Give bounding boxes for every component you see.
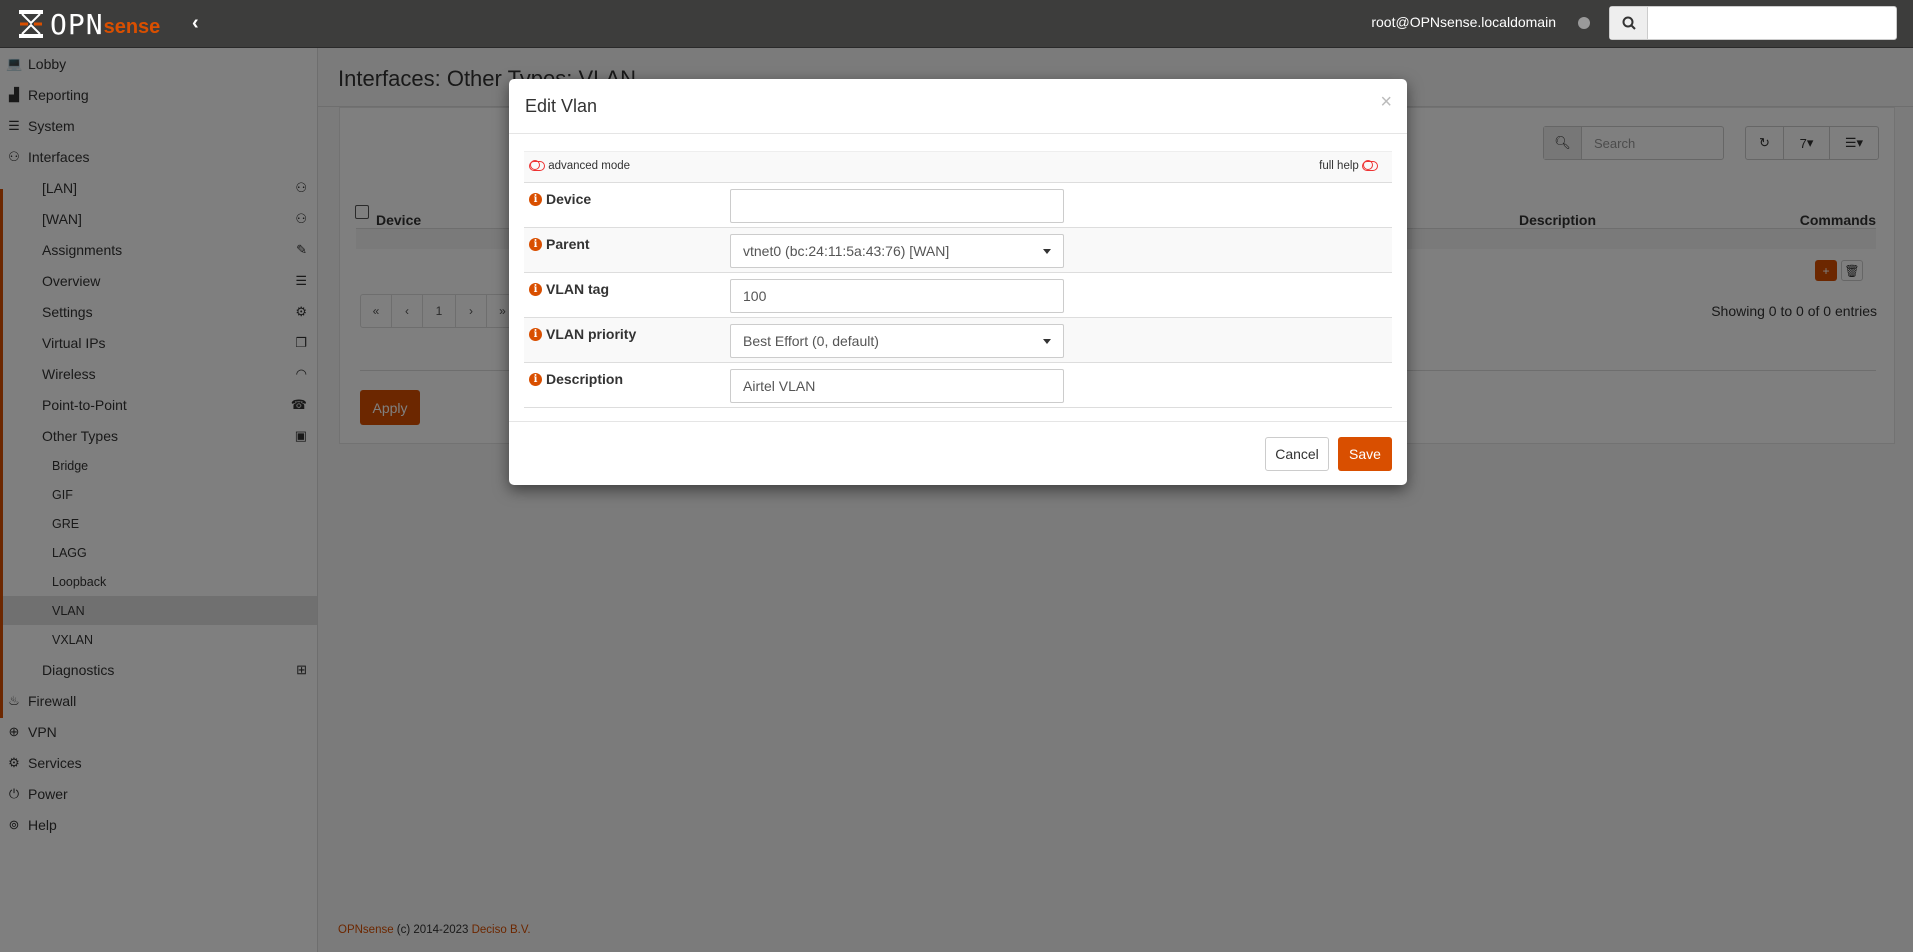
collapse-sidebar-icon[interactable]: ‹ (192, 12, 199, 35)
user-label: root@OPNsense.localdomain (1371, 14, 1556, 30)
advanced-mode-label: advanced mode (548, 160, 631, 172)
field-label-text: VLAN tag (546, 281, 609, 297)
field-label[interactable]: i Description (529, 371, 623, 387)
top-navbar: OPN sense ‹ root@OPNsense.localdomain (0, 0, 1913, 48)
vlan-form: advanced mode full help i Device i Parent vt… (524, 151, 1392, 408)
vlan-priority-select[interactable]: Best Effort (0, default) (730, 324, 1064, 358)
global-search-input[interactable] (1648, 7, 1896, 39)
info-icon[interactable]: i (529, 237, 542, 251)
logo-opn: OPN (50, 7, 104, 41)
cancel-button[interactable]: Cancel (1265, 437, 1329, 471)
form-row-device: i Device (524, 183, 1392, 228)
toggle-off-icon (529, 160, 545, 171)
form-row-description: i Description Airtel VLAN (524, 363, 1392, 408)
full-help-label: full help (1319, 160, 1359, 172)
info-icon[interactable]: i (529, 192, 542, 206)
close-icon[interactable]: × (1380, 91, 1392, 114)
field-value: vtnet0 (bc:24:11:5a:43:76) [WAN] (743, 243, 950, 259)
form-options-row: advanced mode full help (524, 152, 1392, 183)
logo-sense: sense (103, 15, 161, 38)
parent-select[interactable]: vtnet0 (bc:24:11:5a:43:76) [WAN] (730, 234, 1064, 268)
toggle-off-icon (1362, 160, 1378, 171)
edit-vlan-dialog: Edit Vlan × advanced mode full help i Dev… (509, 79, 1407, 485)
info-icon[interactable]: i (529, 282, 542, 296)
caret-down-icon (1043, 249, 1051, 254)
info-icon[interactable]: i (529, 327, 542, 341)
field-label-text: Device (546, 191, 592, 207)
caret-down-icon (1043, 339, 1051, 344)
field-label[interactable]: i Device (529, 191, 591, 207)
vlan-tag-input[interactable]: 100 (730, 279, 1064, 313)
form-row-parent: i Parent vtnet0 (bc:24:11:5a:43:76) [WAN] (524, 228, 1392, 273)
logo-mark-icon (19, 10, 43, 38)
advanced-mode-toggle[interactable]: advanced mode (529, 160, 630, 172)
field-label[interactable]: i Parent (529, 236, 590, 252)
field-value: Best Effort (0, default) (743, 333, 879, 349)
global-search[interactable] (1609, 6, 1897, 40)
search-icon[interactable] (1610, 7, 1648, 39)
field-label-text: Parent (546, 236, 590, 252)
field-value: Airtel VLAN (743, 378, 816, 394)
dialog-title: Edit Vlan (525, 96, 598, 116)
opnsense-logo[interactable]: OPN sense (18, 7, 161, 41)
description-input[interactable]: Airtel VLAN (730, 369, 1064, 403)
field-label[interactable]: i VLAN tag (529, 281, 609, 297)
full-help-toggle[interactable]: full help (1319, 160, 1378, 172)
form-row-vlan-tag: i VLAN tag 100 (524, 273, 1392, 318)
info-icon[interactable]: i (529, 372, 542, 386)
device-input[interactable] (730, 189, 1064, 223)
dialog-header: Edit Vlan × (509, 79, 1407, 134)
status-dot-icon (1578, 17, 1590, 29)
field-label-text: VLAN priority (546, 326, 637, 342)
dialog-footer (509, 421, 1407, 422)
field-label[interactable]: i VLAN priority (529, 326, 636, 342)
field-value: 100 (743, 288, 767, 304)
save-button[interactable]: Save (1338, 437, 1392, 471)
field-label-text: Description (546, 371, 624, 387)
form-row-vlan-priority: i VLAN priority Best Effort (0, default) (524, 318, 1392, 363)
